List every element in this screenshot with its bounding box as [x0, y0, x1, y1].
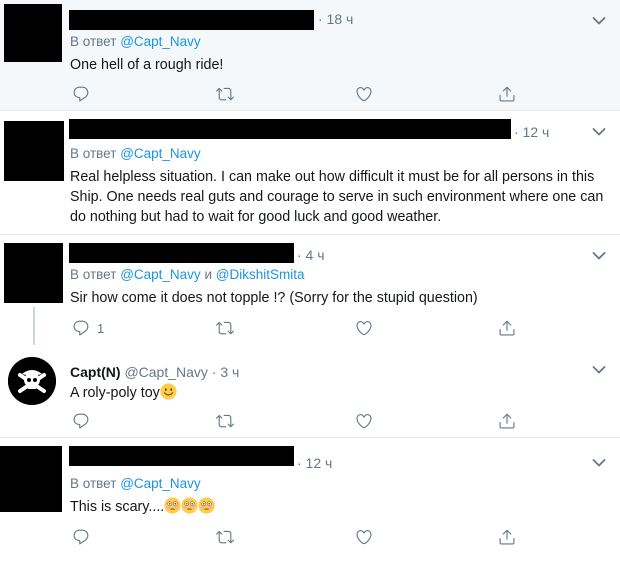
tweet-text: A roly-poly toy	[70, 383, 610, 403]
skull-crossbones-icon	[8, 357, 56, 405]
retweet-icon	[216, 528, 234, 546]
tweet[interactable]: · 4 ч В ответ @Capt_Navy и @DikshitSmita…	[0, 235, 620, 345]
share-icon	[498, 319, 516, 337]
avatar[interactable]	[4, 4, 62, 62]
tweet-text-content: This is scary....	[70, 499, 165, 515]
reply-prefix: В ответ	[70, 146, 117, 161]
chevron-down-icon[interactable]	[592, 127, 606, 137]
retweet-button[interactable]	[216, 319, 234, 337]
chevron-down-icon[interactable]	[592, 458, 606, 468]
like-button[interactable]	[355, 412, 373, 430]
share-icon	[498, 412, 516, 430]
reply-context: В ответ @Capt_Navy	[70, 146, 201, 161]
flushed-face-icon	[198, 497, 215, 514]
avatar[interactable]	[4, 243, 63, 303]
flushed-face-icon	[181, 497, 198, 514]
mention-link[interactable]: @Capt_Navy	[120, 146, 201, 161]
like-button[interactable]	[355, 85, 373, 103]
reply-icon	[72, 85, 90, 103]
share-icon	[498, 85, 516, 103]
avatar[interactable]	[8, 357, 56, 405]
like-button[interactable]	[355, 319, 373, 337]
tweet[interactable]: Capt(N) @Capt_Navy · 3 ч A roly-poly toy	[0, 345, 620, 438]
reply-button[interactable]	[72, 528, 90, 546]
redacted-name	[69, 446, 294, 466]
reply-context: В ответ @Capt_Navy и @DikshitSmita	[70, 267, 305, 282]
tweet[interactable]: · 12 ч В ответ @Capt_Navy Real helpless …	[0, 111, 620, 235]
avatar[interactable]	[4, 121, 64, 181]
retweet-button[interactable]	[216, 85, 234, 103]
chevron-down-icon[interactable]	[592, 16, 606, 26]
tweet-text-content: A roly-poly toy	[70, 385, 160, 401]
mention-link[interactable]: @Capt_Navy	[120, 476, 201, 491]
reply-conjunction: и	[204, 267, 212, 282]
tweet-text: This is scary....	[70, 497, 610, 517]
reply-count: 1	[97, 321, 105, 336]
tweet-timestamp[interactable]: · 3 ч	[212, 364, 240, 380]
tweet[interactable]: · 18 ч В ответ @Capt_Navy One hell of a …	[0, 0, 620, 111]
flushed-face-icon	[164, 497, 181, 514]
mention-link[interactable]: @Capt_Navy	[120, 34, 201, 49]
tweet[interactable]: · 12 ч В ответ @Capt_Navy This is scary.…	[0, 438, 620, 561]
mention-link[interactable]: @Capt_Navy	[120, 267, 201, 282]
like-button[interactable]	[355, 528, 373, 546]
retweet-button[interactable]	[216, 528, 234, 546]
reply-prefix: В ответ	[70, 476, 117, 491]
slightly-smiling-face-icon	[160, 383, 177, 400]
heart-icon	[355, 412, 373, 430]
reply-icon	[72, 319, 90, 337]
tweet-timestamp[interactable]: · 18 ч	[318, 11, 353, 27]
share-button[interactable]	[498, 528, 516, 546]
reply-prefix: В ответ	[70, 34, 117, 49]
reply-button[interactable]	[72, 412, 90, 430]
tweet-timestamp[interactable]: · 12 ч	[514, 124, 549, 140]
retweet-icon	[216, 85, 234, 103]
reply-context: В ответ @Capt_Navy	[70, 476, 201, 491]
share-button[interactable]	[498, 412, 516, 430]
redacted-name	[69, 10, 314, 30]
redacted-name	[69, 243, 294, 263]
share-icon	[498, 528, 516, 546]
heart-icon	[355, 528, 373, 546]
reply-button[interactable]	[72, 85, 90, 103]
share-button[interactable]	[498, 319, 516, 337]
reply-context: В ответ @Capt_Navy	[70, 34, 201, 49]
chevron-down-icon[interactable]	[592, 251, 606, 261]
reply-prefix: В ответ	[70, 267, 117, 282]
author-handle[interactable]: @Capt_Navy	[124, 364, 207, 380]
reply-icon	[72, 528, 90, 546]
share-button[interactable]	[498, 85, 516, 103]
redacted-name	[69, 119, 511, 139]
tweet-text: Sir how come it does not topple !? (Sorr…	[70, 290, 478, 306]
author-name[interactable]: Capt(N)	[70, 364, 121, 380]
author-line: Capt(N) @Capt_Navy · 3 ч	[70, 364, 239, 380]
tweet-text: Real helpless situation. I can make out …	[70, 169, 604, 225]
tweet-timestamp[interactable]: · 4 ч	[297, 247, 325, 263]
chevron-down-icon[interactable]	[592, 365, 606, 375]
reply-icon	[72, 412, 90, 430]
retweet-button[interactable]	[216, 412, 234, 430]
heart-icon	[355, 319, 373, 337]
mention-link[interactable]: @DikshitSmita	[216, 267, 305, 282]
thread-line	[33, 307, 35, 345]
avatar[interactable]	[0, 446, 62, 512]
retweet-icon	[216, 412, 234, 430]
heart-icon	[355, 85, 373, 103]
tweet-timestamp[interactable]: · 12 ч	[297, 455, 332, 471]
reply-button[interactable]	[72, 319, 90, 337]
retweet-icon	[216, 319, 234, 337]
tweet-text: One hell of a rough ride!	[70, 57, 224, 73]
